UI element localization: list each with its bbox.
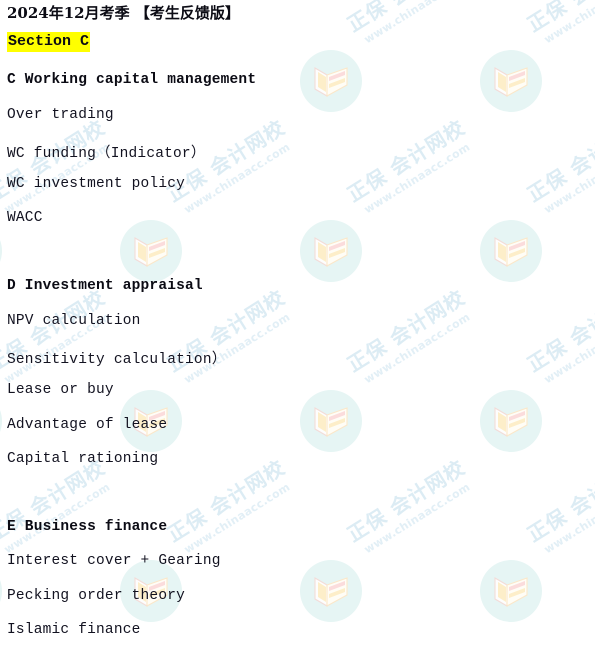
- topic-item: Capital rationing: [7, 451, 159, 467]
- watermark-url: www.chinaacc.com: [181, 480, 293, 557]
- watermark-brand: 正保 会计网校: [342, 455, 470, 547]
- watermark-text: 正保 会计网校www.chinaacc.com: [163, 115, 297, 219]
- watermark-tile: 正保 会计网校www.chinaacc.com: [300, 0, 500, 142]
- watermark-text: 正保 会计网校www.chinaacc.com: [522, 115, 595, 219]
- watermark-url: www.chinaacc.com: [361, 310, 473, 387]
- open-book-icon: [0, 560, 2, 622]
- watermark-url: www.chinaacc.com: [361, 140, 473, 217]
- watermark-tile: 正保 会计网校www.chinaacc.com: [480, 285, 595, 482]
- watermark-text: 正保 会计网校www.chinaacc.com: [163, 285, 297, 389]
- topic-item: WC investment policy: [7, 176, 186, 192]
- watermark-brand: 正保 会计网校: [523, 0, 595, 37]
- watermark-tile: 正保 会计网校www.chinaacc.com: [300, 455, 500, 648]
- watermark-text: 正保 会计网校www.chinaacc.com: [342, 285, 477, 389]
- topic-item: WC funding（Indicator）: [7, 146, 206, 162]
- watermark-text: 正保 会计网校www.chinaacc.com: [0, 115, 117, 219]
- watermark-text: 正保 会计网校www.chinaacc.com: [0, 455, 117, 559]
- watermark-text: 正保 会计网校www.chinaacc.com: [162, 455, 297, 559]
- watermark-text: 正保 会计网校www.chinaacc.com: [342, 115, 477, 219]
- topic-item: Over trading: [7, 107, 114, 123]
- watermark-text: 正保 会计网校www.chinaacc.com: [343, 0, 477, 49]
- open-book-icon: [120, 220, 182, 282]
- watermark-tile: 正保 会计网校www.chinaacc.com: [300, 285, 500, 482]
- section-heading: D Investment appraisal: [7, 278, 203, 294]
- section-badge: Section C: [7, 32, 91, 52]
- watermark-url: www.chinaacc.com: [541, 0, 595, 47]
- watermark-text: 正保 会计网校www.chinaacc.com: [523, 0, 595, 49]
- watermark-brand: 正保 会计网校: [342, 115, 470, 207]
- topic-item: Lease or buy: [7, 382, 114, 398]
- watermark-url: www.chinaacc.com: [541, 310, 595, 387]
- highlighted-label: Section C: [7, 32, 91, 52]
- open-book-icon: [480, 560, 542, 622]
- watermark-url: www.chinaacc.com: [1, 480, 113, 557]
- open-book-icon: [300, 220, 362, 282]
- topic-item: Pecking order theory: [7, 588, 186, 604]
- topic-item: Advantage of lease: [7, 417, 168, 433]
- topic-item: Islamic finance: [7, 622, 141, 638]
- watermark-tile: 正保 会计网校www.chinaacc.com: [480, 115, 595, 312]
- open-book-icon: [300, 390, 362, 452]
- topic-item: Sensitivity calculation）: [7, 352, 227, 368]
- open-book-icon: [300, 560, 362, 622]
- open-book-icon: [0, 390, 2, 452]
- watermark-text: 正保 会计网校www.chinaacc.com: [522, 455, 595, 559]
- topic-item: NPV calculation: [7, 313, 141, 329]
- open-book-icon: [0, 220, 2, 282]
- open-book-icon: [300, 50, 362, 112]
- watermark-brand: 正保 会计网校: [162, 455, 290, 547]
- watermark-tile: 正保 会计网校www.chinaacc.com: [480, 0, 595, 142]
- watermark-tile: 正保 会计网校www.chinaacc.com: [300, 115, 500, 312]
- watermark-text: 正保 会计网校www.chinaacc.com: [342, 455, 477, 559]
- watermark-url: www.chinaacc.com: [361, 0, 473, 47]
- watermark-text: 正保 会计网校www.chinaacc.com: [522, 285, 595, 389]
- open-book-icon: [480, 390, 542, 452]
- watermark-brand: 正保 会计网校: [342, 285, 470, 377]
- open-book-icon: [480, 50, 542, 112]
- watermark-brand: 正保 会计网校: [522, 455, 595, 547]
- watermark-brand: 正保 会计网校: [522, 115, 595, 207]
- watermark-url: www.chinaacc.com: [541, 480, 595, 557]
- watermark-url: www.chinaacc.com: [361, 480, 473, 557]
- watermark-url: www.chinaacc.com: [541, 140, 595, 217]
- open-book-icon: [480, 220, 542, 282]
- section-heading: C Working capital management: [7, 72, 257, 88]
- watermark-tile: 正保 会计网校www.chinaacc.com: [480, 455, 595, 648]
- watermark-brand: 正保 会计网校: [522, 285, 595, 377]
- watermark-brand: 正保 会计网校: [343, 0, 469, 37]
- watermark-text: 正保 会计网校www.chinaacc.com: [0, 285, 117, 389]
- topic-item: Interest cover + Gearing: [7, 553, 221, 569]
- section-heading: E Business finance: [7, 519, 168, 535]
- topic-item: WACC: [7, 210, 43, 226]
- page-title: 2024年12月考季 【考生反馈版】: [7, 4, 240, 22]
